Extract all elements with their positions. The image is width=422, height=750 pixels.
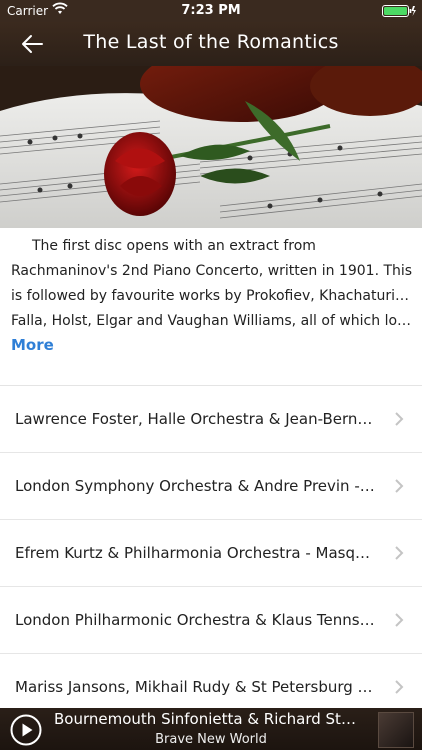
clock: 7:23 PM [181, 3, 241, 18]
page-title: The Last of the Romantics [83, 31, 339, 53]
description-line: Rachmaninov's 2nd Piano Concerto, writte… [11, 263, 413, 279]
more-button[interactable]: More [11, 336, 54, 354]
battery-icon [382, 5, 416, 17]
track-title: London Philharmonic Orchestra & Klaus Te… [15, 611, 378, 629]
album-cover-image [0, 66, 422, 228]
chevron-right-icon [395, 613, 404, 627]
description-line: is followed by favourite works by Prokof… [11, 288, 413, 304]
track-list: Lawrence Foster, Halle Orchestra & Jean-… [0, 386, 422, 721]
track-title: Lawrence Foster, Halle Orchestra & Jean-… [15, 410, 378, 428]
chevron-right-icon [395, 546, 404, 560]
chevron-right-icon [395, 479, 404, 493]
navigation-bar: The Last of the Romantics [0, 22, 422, 66]
track-row[interactable]: London Philharmonic Orchestra & Klaus Te… [0, 587, 422, 654]
track-row[interactable]: Lawrence Foster, Halle Orchestra & Jean-… [0, 386, 422, 453]
chevron-right-icon [395, 680, 404, 694]
status-bar: Carrier 7:23 PM [0, 0, 422, 22]
track-row[interactable]: London Symphony Orchestra & Andre Previn… [0, 453, 422, 520]
track-title: Mariss Jansons, Mikhail Rudy & St Peters… [15, 678, 378, 696]
chevron-right-icon [395, 412, 404, 426]
now-playing-artwork [378, 712, 414, 748]
mini-player[interactable]: Bournemouth Sinfonietta & Richard Studt … [0, 708, 422, 750]
track-row[interactable]: Efrem Kurtz & Philharmonia Orchestra - M… [0, 520, 422, 587]
now-playing-title: Bournemouth Sinfonietta & Richard Studt [54, 710, 364, 728]
track-title: London Symphony Orchestra & Andre Previn… [15, 477, 378, 495]
track-title: Efrem Kurtz & Philharmonia Orchestra - M… [15, 544, 378, 562]
now-playing-album: Brave New World [155, 732, 267, 747]
description-line: The first disc opens with an extract fro… [32, 238, 316, 254]
album-description: The first disc opens with an extract fro… [11, 234, 413, 334]
description-line: Falla, Holst, Elgar and Vaughan Williams… [11, 313, 413, 329]
